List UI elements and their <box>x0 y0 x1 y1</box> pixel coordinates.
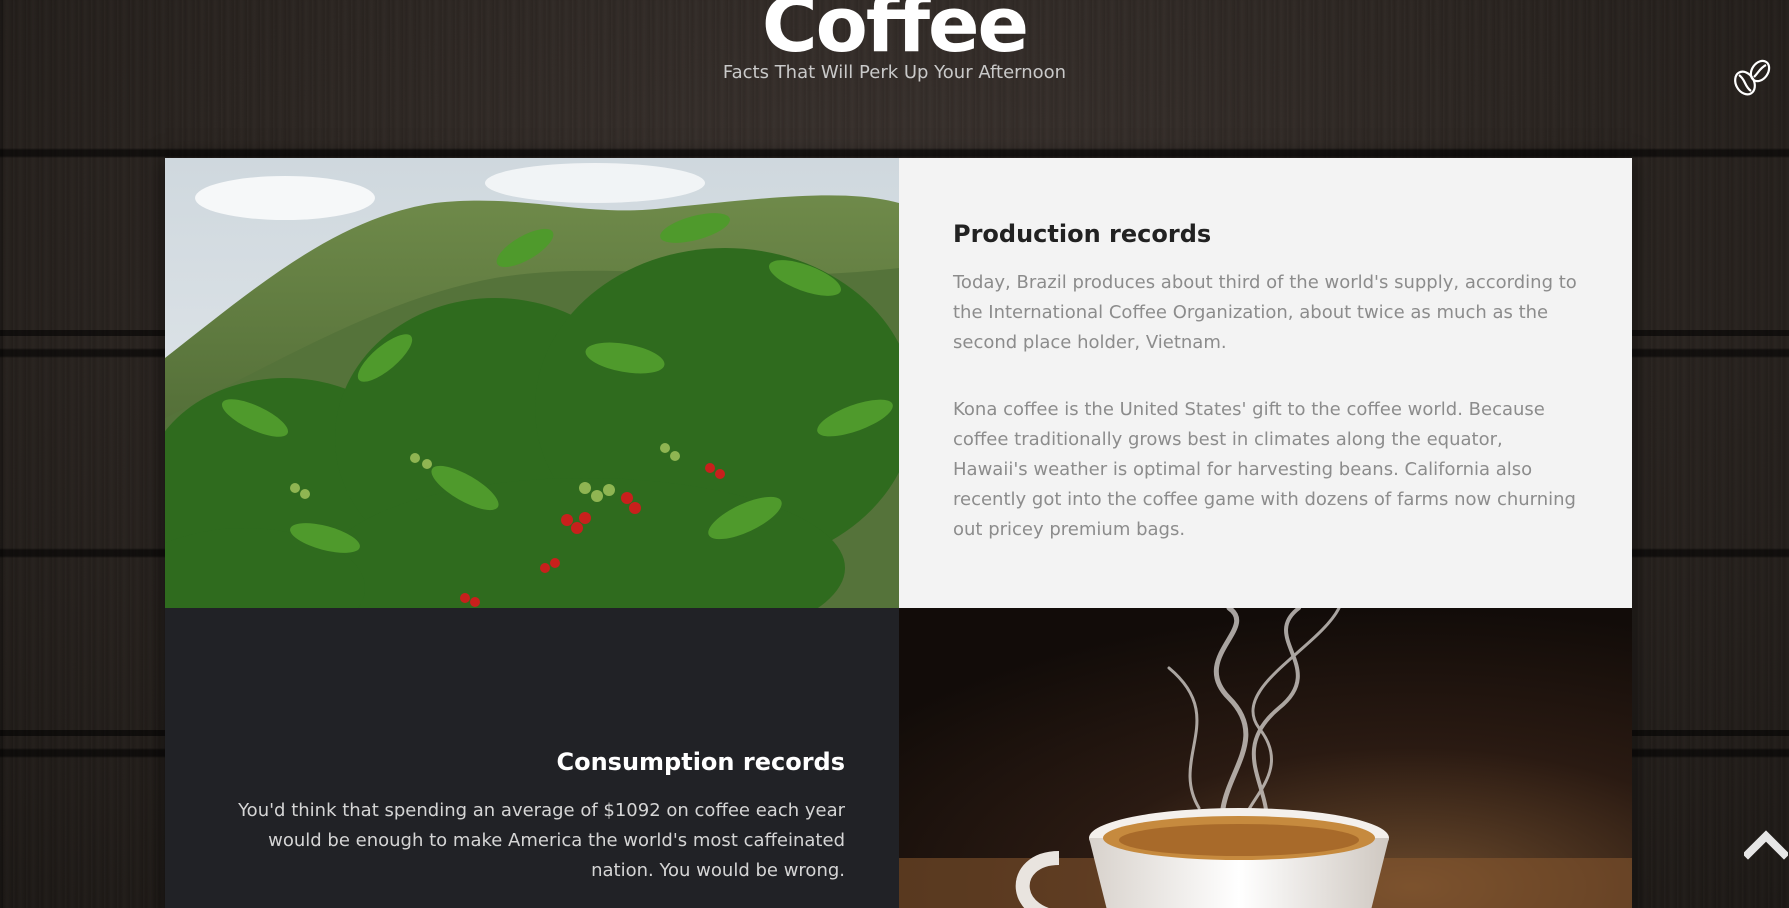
coffee-plant-photo <box>165 158 899 608</box>
production-content: Production records Today, Brazil produce… <box>953 220 1583 582</box>
page-title: Coffee <box>761 0 1029 69</box>
coffee-cup-photo <box>899 608 1632 908</box>
wood-plank-seam <box>0 0 3 908</box>
consumption-content: Consumption records You'd think that spe… <box>205 748 845 908</box>
consumption-heading: Consumption records <box>556 748 845 776</box>
facts-grid: Production records Today, Brazil produce… <box>165 158 1632 908</box>
wood-plank-seam <box>1632 330 1789 336</box>
coffee-beans-icon[interactable] <box>1730 56 1774 100</box>
production-panel: Production records Today, Brazil produce… <box>899 158 1632 608</box>
wood-plank-seam <box>0 330 165 336</box>
production-paragraph-2: Kona coffee is the United States' gift t… <box>953 399 1576 540</box>
wood-plank-seam <box>1632 730 1789 736</box>
chevron-up-icon <box>1744 830 1788 860</box>
page-subtitle: Facts That Will Perk Up Your Afternoon <box>722 62 1067 83</box>
consumption-panel: Consumption records You'd think that spe… <box>165 608 899 908</box>
production-paragraph-1: Today, Brazil produces about third of th… <box>953 272 1577 353</box>
scroll-to-top-button[interactable] <box>1744 826 1788 860</box>
consumption-paragraph-1: You'd think that spending an average of … <box>238 800 845 881</box>
production-heading: Production records <box>953 220 1212 248</box>
wood-plank-seam <box>0 730 165 736</box>
